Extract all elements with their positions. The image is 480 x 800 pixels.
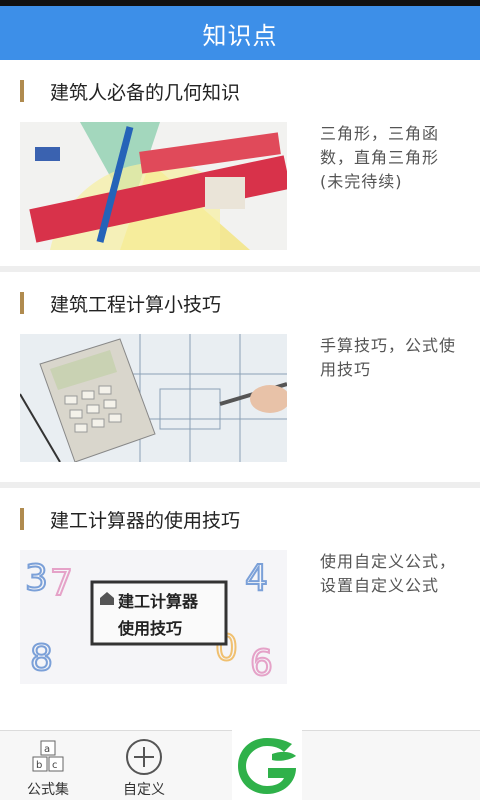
card-description: 三角形，三角函数，直角三角形(未完待续) [320, 124, 440, 191]
card-title: 建筑工程计算小技巧 [50, 293, 222, 316]
svg-text:6: 6 [250, 643, 273, 684]
svg-text:3: 3 [25, 558, 48, 599]
card-title-row: 建工计算器的使用技巧 [20, 504, 240, 534]
tab-formula-set[interactable]: a b c 公式集 [0, 731, 96, 800]
article-card-calc-tips[interactable]: 建筑工程计算小技巧 手算技巧，公式使用技巧 [0, 272, 480, 488]
calculator-usage-thumbnail[interactable]: 37 48 60 建工计算器 使用技巧 [20, 550, 287, 684]
article-card-calculator-usage[interactable]: 建工计算器的使用技巧 37 48 60 建工计算器 使用技巧 使用自定义公式，设… [0, 488, 480, 730]
card-description: 手算技巧，公式使用技巧 [320, 336, 457, 379]
svg-text:b: b [36, 760, 42, 771]
leaf-logo-icon [238, 738, 296, 794]
svg-text:8: 8 [30, 638, 53, 679]
svg-text:c: c [52, 760, 58, 771]
title-accent-bar [20, 80, 24, 102]
card-title-row: 建筑人必备的几何知识 [20, 76, 240, 106]
page-title: 知识点 [202, 21, 278, 50]
geometry-thumbnail[interactable] [20, 122, 287, 250]
card-title: 建筑人必备的几何知识 [50, 81, 241, 104]
app-header: 知识点 [0, 6, 480, 60]
card-title-row: 建筑工程计算小技巧 [20, 288, 221, 318]
svg-text:a: a [44, 744, 50, 755]
tab-custom[interactable]: 自定义 [96, 731, 192, 800]
title-accent-bar [20, 508, 24, 530]
app-logo [232, 730, 302, 800]
abc-blocks-icon: a b c [32, 740, 64, 772]
title-accent-bar [20, 292, 24, 314]
svg-text:7: 7 [50, 563, 73, 604]
image-caption-line2: 使用技巧 [117, 619, 182, 638]
plus-circle-icon [126, 739, 162, 775]
tab-label: 自定义 [123, 782, 165, 798]
card-description: 使用自定义公式，设置自定义公式 [320, 552, 457, 595]
image-caption-line1: 建工计算器 [118, 592, 199, 611]
svg-text:4: 4 [245, 558, 268, 599]
tab-label: 公式集 [27, 782, 69, 798]
card-title: 建工计算器的使用技巧 [50, 509, 241, 532]
article-card-geometry[interactable]: 建筑人必备的几何知识 三角形，三角函数，直角三角形(未完待续) [0, 60, 480, 272]
article-list[interactable]: 建筑人必备的几何知识 三角形，三角函数，直角三角形(未完待续) 建筑工程计算小技… [0, 60, 480, 730]
calculator-thumbnail[interactable] [20, 334, 287, 462]
